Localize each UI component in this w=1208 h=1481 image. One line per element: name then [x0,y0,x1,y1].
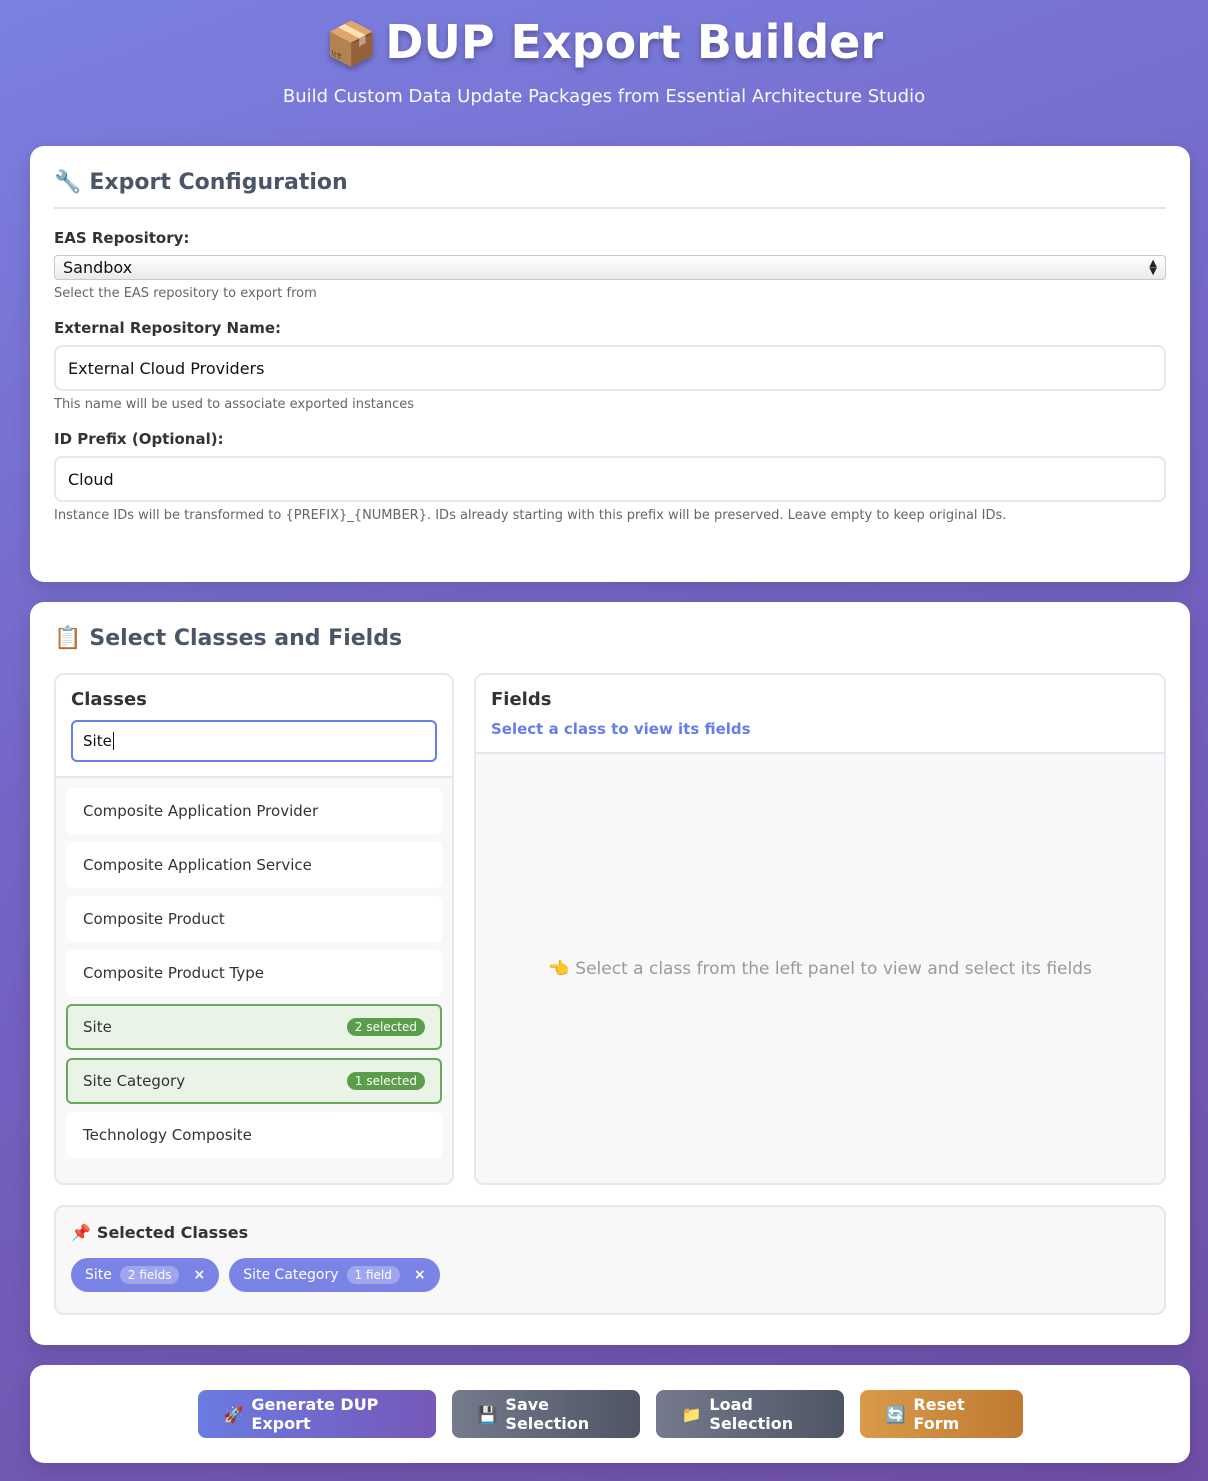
eas-repository-label: EAS Repository: [54,229,190,247]
id-prefix-hint: Instance IDs will be transformed to {PRE… [54,508,1007,523]
class-search-input[interactable]: Site [71,720,437,762]
folder-icon: 📁 [681,1404,702,1424]
wrench-icon: 🔧 [54,170,82,195]
eas-repository-value: Sandbox [63,258,133,277]
load-selection-button[interactable]: 📁 Load Selection [655,1390,844,1438]
selected-count-badge: 2 selected [346,1018,425,1036]
chip-label: Site [85,1267,112,1283]
remove-chip-icon[interactable]: × [193,1267,205,1283]
eas-repository-hint: Select the EAS repository to export from [54,286,317,301]
class-item-label: Composite Application Provider [83,802,319,820]
selected-classes-title: 📌 Selected Classes [71,1223,1149,1242]
class-search-value: Site [83,732,112,750]
class-item-composite-application-service[interactable]: Composite Application Service [66,842,442,888]
class-item-site[interactable]: Site 2 selected [66,1004,442,1050]
classes-panel-header: Classes Site [56,675,452,778]
text-caret [112,732,114,750]
select-classes-card: 📋 Select Classes and Fields Classes Site… [30,602,1190,1345]
class-item-label: Site Category [83,1072,186,1090]
page-title: 📦 DUP Export Builder [0,14,1208,72]
fields-panel: Fields Select a class to view its fields… [474,673,1166,1185]
generate-label: Generate DUP Export [251,1395,379,1433]
fields-empty-message: Select a class from the left panel to vi… [575,958,1092,979]
selected-classes-heading: Selected Classes [96,1223,249,1242]
class-item-label: Technology Composite [83,1126,252,1144]
page-subtitle: Build Custom Data Update Packages from E… [282,86,926,107]
class-item-composite-application-provider[interactable]: Composite Application Provider [66,788,442,834]
classes-heading: Classes [71,689,147,710]
id-prefix-input[interactable]: Cloud [54,456,1166,502]
selected-chips: Site 2 fields × Site Category 1 field × [71,1258,1149,1292]
pointing-left-icon: 👈 [548,958,570,979]
actions-bar: 🚀 Generate DUP Export 💾 Save Selection 📁… [30,1365,1190,1463]
floppy-disk-icon: 💾 [477,1404,498,1424]
external-repository-hint: This name will be used to associate expo… [54,397,415,412]
package-icon: 📦 [324,19,378,68]
chip-label: Site Category [243,1267,339,1283]
class-item-label: Composite Product [83,910,225,928]
class-item-composite-product[interactable]: Composite Product [66,896,442,942]
class-item-label: Composite Application Service [83,856,312,874]
external-repository-label: External Repository Name: [54,319,282,337]
class-item-label: Composite Product Type [83,964,264,982]
select-arrows-icon: ▲ ▼ [1149,257,1157,277]
remove-chip-icon[interactable]: × [414,1267,426,1283]
external-repository-input[interactable]: External Cloud Providers [54,345,1166,391]
export-configuration-heading: Export Configuration [89,170,348,195]
export-configuration-card: 🔧 Export Configuration EAS Repository: S… [30,146,1190,582]
selected-classes-box: 📌 Selected Classes Site 2 fields × Site … [54,1205,1166,1315]
fields-subheading: Select a class to view its fields [491,720,751,738]
class-item-composite-product-type[interactable]: Composite Product Type [66,950,442,996]
save-label: Save Selection [505,1395,590,1433]
fields-empty-state: 👈 Select a class from the left panel to … [476,754,1164,1183]
reset-form-button[interactable]: 🔄 Reset Form [859,1390,1023,1438]
select-classes-title: 📋 Select Classes and Fields [54,626,1166,651]
select-classes-heading: Select Classes and Fields [89,626,403,651]
class-item-site-category[interactable]: Site Category 1 selected [66,1058,442,1104]
classes-fields-panels: Classes Site Composite Application Provi… [54,673,1166,1185]
classes-panel: Classes Site Composite Application Provi… [54,673,454,1185]
rocket-icon: 🚀 [223,1404,244,1424]
id-prefix-label: ID Prefix (Optional): [54,430,224,448]
save-selection-button[interactable]: 💾 Save Selection [451,1390,640,1438]
refresh-icon: 🔄 [885,1404,906,1424]
fields-heading: Fields [491,689,552,710]
fields-panel-header: Fields Select a class to view its fields [476,675,1164,754]
class-list: Composite Application Provider Composite… [56,778,452,1183]
eas-repository-select[interactable]: Sandbox ▲ ▼ [54,255,1166,280]
clipboard-icon: 📋 [54,626,82,651]
page-header: 📦 DUP Export Builder Build Custom Data Up… [0,0,1208,146]
export-configuration-title: 🔧 Export Configuration [54,170,1166,209]
chip-field-count: 2 fields [119,1266,180,1284]
class-item-technology-composite[interactable]: Technology Composite [66,1112,442,1158]
class-item-label: Site [83,1018,112,1036]
selected-chip-site-category: Site Category 1 field × [229,1258,440,1292]
selected-count-badge: 1 selected [346,1072,425,1090]
chip-field-count: 1 field [346,1266,400,1284]
load-label: Load Selection [709,1395,794,1433]
pushpin-icon: 📌 [71,1223,91,1242]
selected-chip-site: Site 2 fields × [71,1258,220,1292]
page-title-text: DUP Export Builder [385,15,884,69]
generate-dup-export-button[interactable]: 🚀 Generate DUP Export [197,1390,436,1438]
reset-label: Reset Form [913,1395,965,1433]
